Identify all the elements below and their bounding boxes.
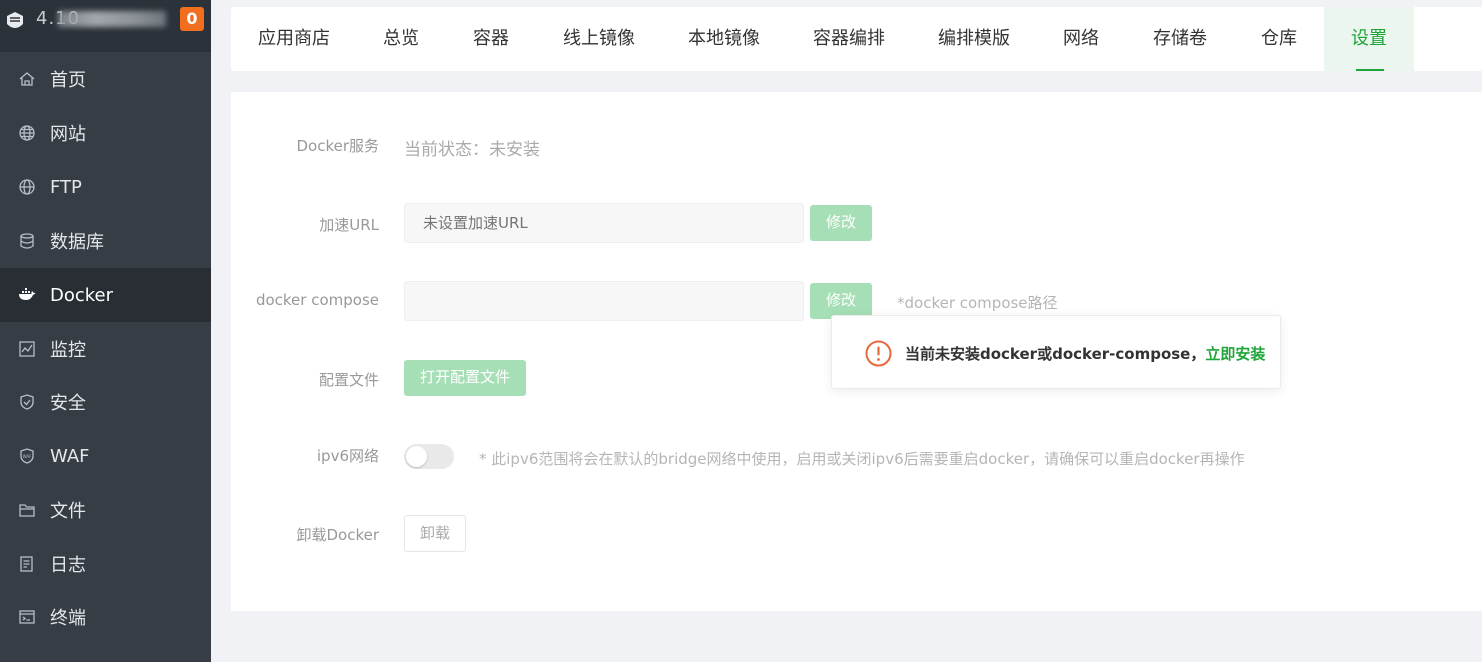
sidebar-item-database[interactable]: 数据库 — [0, 214, 211, 268]
tab-settings[interactable]: 设置 — [1324, 7, 1414, 71]
host-redacted — [58, 11, 166, 27]
monitor-icon — [19, 341, 35, 357]
terminal-icon — [19, 610, 35, 624]
tab-local-images[interactable]: 本地镜像 — [688, 7, 760, 71]
sidebar-item-ftp[interactable]: FTP — [0, 160, 211, 214]
sidebar-item-label: FTP — [50, 176, 82, 198]
home-icon — [19, 72, 35, 86]
compose-path-hint: *docker compose路径 — [897, 294, 1058, 312]
docker-tab-bar: 应用商店 总览 容器 线上镜像 本地镜像 容器编排 编排模版 网络 存储卷 仓库… — [231, 7, 1482, 71]
sidebar: 4.10 0 首页 网站 FTP 数据库 — [0, 0, 211, 662]
waf-icon: WAF — [20, 448, 34, 464]
sidebar-item-waf[interactable]: WAF WAF — [0, 429, 211, 483]
database-icon — [20, 233, 34, 249]
tab-app-store[interactable]: 应用商店 — [258, 7, 330, 71]
globe-icon — [19, 125, 35, 141]
uninstall-button[interactable]: 卸载 — [404, 515, 466, 552]
warning-circle-icon — [865, 340, 892, 367]
sidebar-item-terminal[interactable]: 终端 — [0, 590, 211, 644]
compose-edit-button[interactable]: 修改 — [810, 283, 872, 319]
docker-status-text: 当前状态：未安装 — [404, 140, 540, 160]
alert-message: 当前未安装docker或docker-compose，立即安装 — [905, 343, 1265, 364]
tab-containers[interactable]: 容器 — [473, 7, 509, 71]
compose-label: docker compose — [255, 291, 379, 309]
sidebar-header: 4.10 0 — [0, 0, 211, 52]
mirror-url-label: 加速URL — [319, 216, 379, 234]
log-icon — [20, 556, 33, 572]
docker-icon — [19, 288, 36, 300]
mirror-url-edit-button[interactable]: 修改 — [810, 205, 872, 241]
logo-icon — [7, 12, 23, 28]
toggle-knob — [406, 446, 427, 467]
sidebar-item-label: 网站 — [50, 124, 86, 145]
ipv6-toggle[interactable] — [404, 444, 454, 469]
sidebar-item-home[interactable]: 首页 — [0, 52, 211, 106]
sidebar-item-website[interactable]: 网站 — [0, 106, 211, 160]
sidebar-item-label: 终端 — [50, 608, 86, 629]
compose-path-input[interactable] — [404, 281, 804, 321]
ipv6-label: ipv6网络 — [316, 447, 379, 465]
sidebar-item-security[interactable]: 安全 — [0, 375, 211, 429]
sidebar-item-label: 日志 — [50, 555, 86, 576]
docker-service-label: Docker服务 — [296, 137, 379, 155]
install-now-link[interactable]: 立即安装 — [1205, 345, 1265, 363]
globe-icon — [19, 179, 35, 195]
not-installed-alert: 当前未安装docker或docker-compose，立即安装 — [831, 315, 1281, 389]
tab-online-images[interactable]: 线上镜像 — [563, 7, 635, 71]
notification-badge[interactable]: 0 — [180, 7, 204, 31]
tab-compose-templates[interactable]: 编排模版 — [938, 7, 1010, 71]
open-config-file-button[interactable]: 打开配置文件 — [404, 360, 526, 396]
sidebar-item-label: 文件 — [50, 501, 86, 522]
app-root: 4.10 0 首页 网站 FTP 数据库 — [0, 0, 1482, 662]
sidebar-item-logs[interactable]: 日志 — [0, 537, 211, 591]
sidebar-item-label: 安全 — [50, 393, 86, 414]
uninstall-label: 卸载Docker — [296, 526, 379, 544]
mirror-url-input[interactable] — [404, 203, 804, 243]
tab-network[interactable]: 网络 — [1063, 7, 1099, 71]
sidebar-item-files[interactable]: 文件 — [0, 483, 211, 537]
ipv6-hint: * 此ipv6范围将会在默认的bridge网络中使用，启用或关闭ipv6后需要重… — [479, 450, 1245, 468]
svg-text:WAF: WAF — [23, 454, 32, 459]
sidebar-item-docker[interactable]: Docker — [0, 268, 211, 322]
sidebar-item-label: 数据库 — [50, 232, 104, 253]
folder-icon — [19, 504, 35, 517]
tab-overview[interactable]: 总览 — [383, 7, 419, 71]
sidebar-item-monitor[interactable]: 监控 — [0, 322, 211, 376]
alert-message-text: 当前未安装docker或docker-compose， — [905, 345, 1206, 363]
sidebar-item-label: 首页 — [50, 70, 86, 91]
sidebar-item-label: Docker — [50, 284, 114, 306]
shield-icon — [20, 394, 34, 410]
tab-registry[interactable]: 仓库 — [1261, 7, 1297, 71]
tab-compose[interactable]: 容器编排 — [813, 7, 885, 71]
tab-volumes[interactable]: 存储卷 — [1153, 7, 1207, 71]
sidebar-item-label: WAF — [50, 445, 90, 467]
sidebar-item-label: 监控 — [50, 340, 86, 361]
config-file-label: 配置文件 — [318, 371, 379, 389]
